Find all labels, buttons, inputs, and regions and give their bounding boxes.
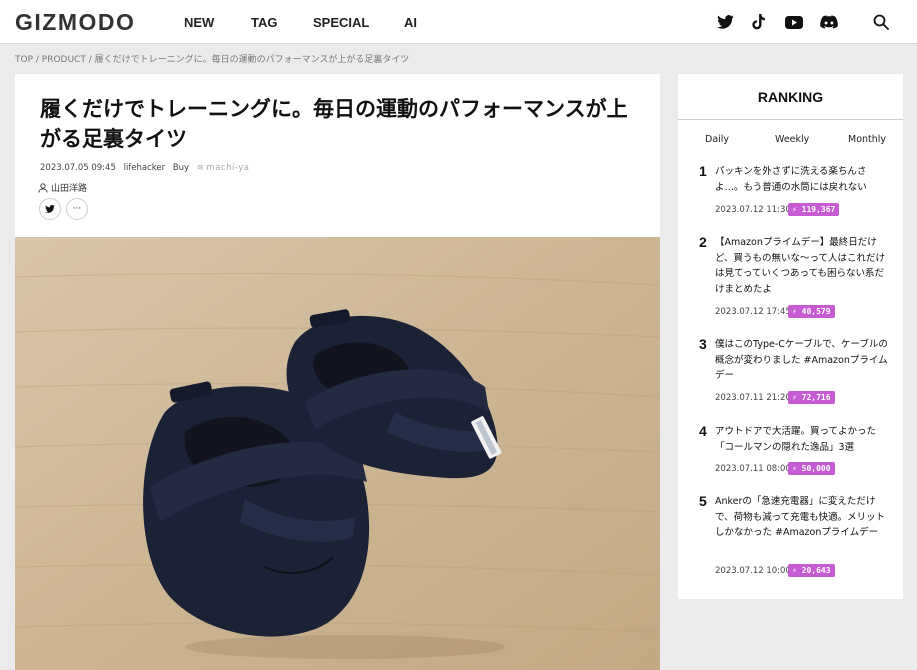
machiya-icon: ≋ <box>196 163 205 173</box>
ranking-item-date: 2023.07.11 08:00 <box>715 464 791 474</box>
youtube-icon[interactable] <box>785 13 803 31</box>
article-header: 履くだけでトレーニングに。毎日の運動のパフォーマンスが上がる足裏タイツ 2023… <box>15 74 660 237</box>
ranking-item[interactable]: 5 Ankerの「急速充電器」に変えただけで、荷物も減って充電も快適。メリットし… <box>678 493 903 583</box>
discord-icon[interactable] <box>820 13 838 31</box>
machiya-label: machi-ya <box>206 163 250 173</box>
ranking-item[interactable]: 2 【Amazonプライムデー】最終日だけど、買うもの無いな〜って人はこれだけは… <box>678 234 903 324</box>
breadcrumb[interactable]: TOP / PRODUCT / 履くだけでトレーニングに。毎日の運動のパフォーマ… <box>15 52 409 65</box>
ranking-item[interactable]: 3 僕はこのType-Cケーブルで、ケーブルの概念が変わりました #Amazon… <box>678 336 903 406</box>
person-icon <box>38 182 48 193</box>
ranking-item-title[interactable]: アウトドアで大活躍。買ってよかった「コールマンの隠れた逸品」3選 <box>715 424 890 455</box>
ranking-item[interactable]: 4 アウトドアで大活躍。買ってよかった「コールマンの隠れた逸品」3選 2023.… <box>678 423 903 483</box>
author-link[interactable]: 山田洋路 <box>38 181 87 194</box>
ranking-item-date: 2023.07.12 17:45 <box>715 307 791 317</box>
ranking-heading: RANKING <box>678 74 903 120</box>
nav-special[interactable]: SPECIAL <box>313 15 369 30</box>
ranking-item-title[interactable]: 僕はこのType-Cケーブルで、ケーブルの概念が変わりました #Amazonプラ… <box>715 337 890 384</box>
view-count: 50,000 <box>801 464 831 473</box>
rank-number: 5 <box>699 493 707 509</box>
ranking-item-date: 2023.07.12 10:00 <box>715 566 791 576</box>
view-count: 20,643 <box>801 566 831 575</box>
ranking-panel: RANKING Daily Weekly Monthly 1 パッキンを外さずに… <box>678 74 903 599</box>
nav-ai[interactable]: AI <box>404 15 417 30</box>
author-name: 山田洋路 <box>51 184 88 194</box>
search-icon[interactable] <box>872 13 890 31</box>
machiya-credit: ≋ machi-ya <box>197 163 255 173</box>
nav-new[interactable]: NEW <box>184 15 214 30</box>
view-count-badge: ⚡ 50,000 <box>788 462 835 475</box>
tab-daily[interactable]: Daily <box>705 134 729 145</box>
ranking-item-date: 2023.07.11 21:20 <box>715 393 791 403</box>
view-count-badge: ⚡ 20,643 <box>788 564 835 577</box>
ranking-item-title[interactable]: Ankerの「急速充電器」に変えただけで、荷物も減って充電も快適。メリットしかな… <box>715 494 890 541</box>
ranking-item-title[interactable]: パッキンを外さずに洗える楽ちんさよ…。もう普通の水筒には戻れない <box>715 164 890 195</box>
nav-tag[interactable]: TAG <box>251 15 277 30</box>
article-source[interactable]: lifehacker <box>124 163 166 173</box>
rank-number: 4 <box>699 423 707 439</box>
view-count-badge: ⚡ 40,579 <box>788 305 835 318</box>
tab-monthly[interactable]: Monthly <box>848 134 886 145</box>
view-count: 119,367 <box>801 205 836 214</box>
rank-number: 2 <box>699 234 707 250</box>
site-header: GIZMODO NEW TAG SPECIAL AI <box>0 0 917 44</box>
view-count-badge: ⚡ 72,716 <box>788 391 835 404</box>
view-count: 40,579 <box>801 307 831 316</box>
site-logo[interactable]: GIZMODO <box>15 9 135 36</box>
rank-number: 1 <box>699 163 707 179</box>
article-date: 2023.07.05 09:45 <box>40 163 116 173</box>
twitter-icon <box>45 205 55 213</box>
share-more-button[interactable]: ··· <box>66 198 88 220</box>
article-hero-image <box>15 237 660 670</box>
article-category[interactable]: Buy <box>173 163 189 173</box>
article-title: 履くだけでトレーニングに。毎日の運動のパフォーマンスが上がる足裏タイツ <box>40 97 628 151</box>
view-count-badge: ⚡ 119,367 <box>788 203 840 216</box>
ranking-item-date: 2023.07.12 11:30 <box>715 205 791 215</box>
view-count: 72,716 <box>801 393 831 402</box>
tab-weekly[interactable]: Weekly <box>775 134 809 145</box>
tiktok-icon[interactable] <box>750 13 768 31</box>
ranking-item-title[interactable]: 【Amazonプライムデー】最終日だけど、買うもの無いな〜って人はこれだけは見て… <box>715 235 890 297</box>
share-twitter-button[interactable] <box>39 198 61 220</box>
rank-number: 3 <box>699 336 707 352</box>
ranking-item[interactable]: 1 パッキンを外さずに洗える楽ちんさよ…。もう普通の水筒には戻れない 2023.… <box>678 163 903 223</box>
article-meta: 2023.07.05 09:45 lifehacker Buy ≋ machi-y… <box>40 163 260 173</box>
twitter-icon[interactable] <box>716 13 734 31</box>
